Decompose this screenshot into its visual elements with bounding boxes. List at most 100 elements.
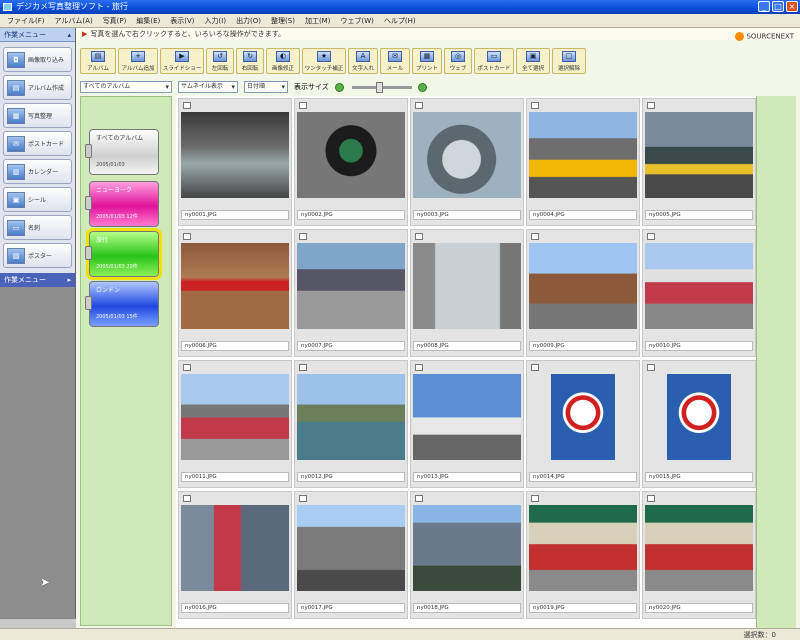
tool-add-album[interactable]: + アルバム追加 bbox=[118, 48, 158, 74]
work-item-organize[interactable]: ▦ 写真整理 bbox=[3, 103, 72, 128]
photo-filename: ny0013.JPG bbox=[413, 472, 521, 482]
photo-filename: ny0010.JPG bbox=[645, 341, 753, 351]
photo-thumbnail[interactable]: ny0001.JPG bbox=[178, 98, 292, 226]
menu-file[interactable]: ファイル(F) bbox=[2, 16, 50, 26]
work-item-poster[interactable]: ▧ ポスター bbox=[3, 243, 72, 268]
photo-checkbox[interactable] bbox=[299, 102, 307, 109]
work-item-label: ポストカード bbox=[28, 141, 65, 148]
tool-mail[interactable]: ✉ メール bbox=[380, 48, 410, 74]
photo-checkbox[interactable] bbox=[183, 233, 191, 240]
album-london[interactable]: ロンドン 2005/01/03 15件 bbox=[85, 281, 159, 327]
photo-checkbox[interactable] bbox=[415, 102, 423, 109]
photo-checkbox[interactable] bbox=[415, 495, 423, 502]
menu-web[interactable]: ウェブ(W) bbox=[335, 16, 378, 26]
menu-photo[interactable]: 写真(P) bbox=[98, 16, 132, 26]
tool-rotate-left[interactable]: ↺ 左回転 bbox=[206, 48, 234, 74]
photo-thumbnail[interactable]: ny0006.JPG bbox=[178, 229, 292, 357]
work-item-sticker[interactable]: ▣ シール bbox=[3, 187, 72, 212]
work-item-card[interactable]: ▭ 名刺 bbox=[3, 215, 72, 240]
postcard-icon: ✉ bbox=[7, 135, 25, 152]
tool-deselect[interactable]: □ 選択解除 bbox=[552, 48, 586, 74]
tool-auto-fix[interactable]: ★ ワンタッチ補正 bbox=[302, 48, 346, 74]
tool-rotate-right[interactable]: ↻ 右回転 bbox=[236, 48, 264, 74]
menu-view[interactable]: 表示(V) bbox=[165, 16, 199, 26]
photo-checkbox[interactable] bbox=[183, 495, 191, 502]
tool-select-all[interactable]: ▣ 全て選択 bbox=[516, 48, 550, 74]
photo-filename: ny0007.JPG bbox=[297, 341, 405, 351]
work-menu-header[interactable]: 作業メニュー ▴ bbox=[0, 28, 75, 42]
maximize-button[interactable]: □ bbox=[772, 1, 784, 12]
menu-edit[interactable]: 編集(E) bbox=[131, 16, 165, 26]
photo-checkbox[interactable] bbox=[531, 364, 539, 371]
photo-thumbnail[interactable]: ny0003.JPG bbox=[410, 98, 524, 226]
album-date: 2005/01/03 bbox=[96, 162, 125, 168]
photo-checkbox[interactable] bbox=[299, 495, 307, 502]
photo-checkbox[interactable] bbox=[647, 102, 655, 109]
album-travel-selected[interactable]: 旅行 2005/01/03 20件 bbox=[85, 228, 162, 280]
tool-web[interactable]: ◎ ウェブ bbox=[444, 48, 472, 74]
photo-thumbnail[interactable]: ny0008.JPG bbox=[410, 229, 524, 357]
work-item-postcard[interactable]: ✉ ポストカード bbox=[3, 131, 72, 156]
size-slider[interactable] bbox=[351, 81, 412, 93]
tool-print[interactable]: ▦ プリント bbox=[412, 48, 442, 74]
work-menu-header-2[interactable]: 作業メニュー ▸ bbox=[0, 273, 75, 287]
photo-image bbox=[181, 112, 289, 198]
menu-input[interactable]: 入力(I) bbox=[200, 16, 232, 26]
photo-checkbox[interactable] bbox=[299, 364, 307, 371]
work-item-label: ポスター bbox=[28, 253, 53, 260]
view-select[interactable]: サムネイル表示 bbox=[178, 81, 238, 93]
tool-album[interactable]: ▤ アルバム bbox=[80, 48, 116, 74]
photo-thumbnail[interactable]: ny0005.JPG bbox=[642, 98, 756, 226]
photo-thumbnail[interactable]: ny0013.JPG bbox=[410, 360, 524, 488]
work-item-album[interactable]: ▤ アルバム作成 bbox=[3, 75, 72, 100]
photo-image bbox=[181, 374, 289, 460]
close-button[interactable]: × bbox=[786, 1, 798, 12]
tool-text[interactable]: A 文字入れ bbox=[348, 48, 378, 74]
album-date: 2005/01/03 20件 bbox=[96, 264, 138, 270]
photo-thumbnail[interactable]: ny0018.JPG bbox=[410, 491, 524, 619]
menu-album[interactable]: アルバム(A) bbox=[50, 16, 98, 26]
photo-checkbox[interactable] bbox=[183, 102, 191, 109]
album-select[interactable]: すべてのアルバム bbox=[80, 81, 172, 93]
menu-help[interactable]: ヘルプ(H) bbox=[379, 16, 421, 26]
menu-organize[interactable]: 整理(S) bbox=[266, 16, 300, 26]
minimize-button[interactable]: _ bbox=[758, 1, 770, 12]
photo-thumbnail[interactable]: ny0017.JPG bbox=[294, 491, 408, 619]
photo-thumbnail[interactable]: ny0007.JPG bbox=[294, 229, 408, 357]
album-all[interactable]: すべてのアルバム 2005/01/03 bbox=[85, 129, 159, 175]
photo-thumbnail[interactable]: ny0010.JPG bbox=[642, 229, 756, 357]
photo-checkbox[interactable] bbox=[415, 233, 423, 240]
photo-checkbox[interactable] bbox=[183, 364, 191, 371]
photo-image bbox=[413, 374, 521, 460]
tool-postcard[interactable]: ▭ ポストカード bbox=[474, 48, 514, 74]
album-newyork[interactable]: ニューヨーク 2005/01/03 12件 bbox=[85, 181, 159, 227]
zoom-in-icon[interactable] bbox=[417, 82, 427, 92]
photo-thumbnail[interactable]: ny0020.JPG bbox=[642, 491, 756, 619]
photo-thumbnail[interactable]: ny0019.JPG bbox=[526, 491, 640, 619]
photo-checkbox[interactable] bbox=[647, 495, 655, 502]
photo-checkbox[interactable] bbox=[531, 102, 539, 109]
photo-thumbnail[interactable]: ny0012.JPG bbox=[294, 360, 408, 488]
photo-checkbox[interactable] bbox=[647, 364, 655, 371]
work-item-import[interactable]: ◘ 画像取り込み bbox=[3, 47, 72, 72]
tool-image-fix[interactable]: ◐ 画像修正 bbox=[266, 48, 300, 74]
photo-checkbox[interactable] bbox=[531, 495, 539, 502]
photo-checkbox[interactable] bbox=[415, 364, 423, 371]
sort-select[interactable]: 日付順 bbox=[244, 81, 288, 93]
photo-checkbox[interactable] bbox=[299, 233, 307, 240]
photo-checkbox[interactable] bbox=[647, 233, 655, 240]
menu-process[interactable]: 加工(M) bbox=[300, 16, 336, 26]
work-item-calendar[interactable]: ▥ カレンダー bbox=[3, 159, 72, 184]
menu-output[interactable]: 出力(O) bbox=[231, 16, 266, 26]
photo-thumbnail[interactable]: ny0016.JPG bbox=[178, 491, 292, 619]
photo-thumbnail[interactable]: ny0015.JPG bbox=[642, 360, 756, 488]
photo-thumbnail[interactable]: ny0009.JPG bbox=[526, 229, 640, 357]
photo-thumbnail[interactable]: ny0004.JPG bbox=[526, 98, 640, 226]
photo-thumbnail[interactable]: ny0014.JPG bbox=[526, 360, 640, 488]
zoom-out-icon[interactable] bbox=[334, 82, 344, 92]
photo-thumbnail[interactable]: ny0011.JPG bbox=[178, 360, 292, 488]
photo-checkbox[interactable] bbox=[531, 233, 539, 240]
tool-slideshow[interactable]: ▶ スライドショー bbox=[160, 48, 204, 74]
slider-knob[interactable] bbox=[375, 81, 383, 93]
photo-thumbnail[interactable]: ny0002.JPG bbox=[294, 98, 408, 226]
